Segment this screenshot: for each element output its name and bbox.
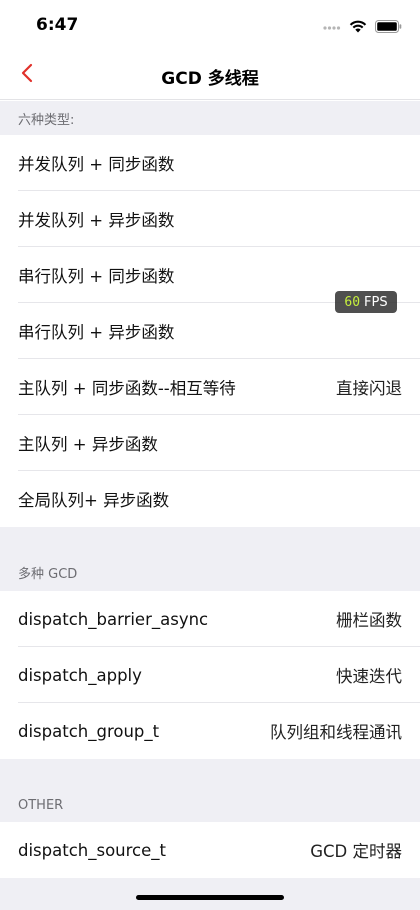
status-icons bbox=[323, 18, 402, 37]
status-bar: 6:47 bbox=[0, 0, 420, 50]
list-item[interactable]: 主队列 + 异步函数 bbox=[0, 415, 420, 471]
page-title: GCD 多线程 bbox=[161, 69, 259, 89]
list-item[interactable]: 主队列 + 同步函数--相互等待 直接闪退 bbox=[0, 359, 420, 415]
row-label: dispatch_source_t bbox=[18, 840, 167, 860]
fps-value: 60 bbox=[344, 294, 361, 310]
list-item[interactable]: dispatch_group_t 队列组和线程通讯 bbox=[0, 703, 420, 759]
table-view[interactable]: 六种类型: 并发队列 + 同步函数 并发队列 + 异步函数 串行队列 + 同步函… bbox=[0, 101, 420, 910]
list-item[interactable]: dispatch_apply 快速迭代 bbox=[0, 647, 420, 703]
row-detail: GCD 定时器 bbox=[310, 842, 402, 861]
section-header-gcd: 多种 GCD bbox=[0, 527, 420, 591]
row-label: 并发队列 + 同步函数 bbox=[18, 155, 175, 174]
row-label: 主队列 + 异步函数 bbox=[18, 435, 158, 454]
home-indicator[interactable] bbox=[136, 895, 284, 900]
list-item[interactable]: dispatch_barrier_async 栅栏函数 bbox=[0, 591, 420, 647]
list-item[interactable]: 全局队列+ 异步函数 bbox=[0, 471, 420, 527]
row-label: 串行队列 + 异步函数 bbox=[18, 323, 175, 342]
row-detail: 栅栏函数 bbox=[336, 611, 402, 630]
signal-icon bbox=[323, 18, 341, 37]
wifi-icon bbox=[349, 18, 367, 37]
section-types-list: 并发队列 + 同步函数 并发队列 + 异步函数 串行队列 + 同步函数 串行队列… bbox=[0, 135, 420, 527]
section-header-other: OTHER bbox=[0, 759, 420, 822]
fps-badge[interactable]: 60 FPS bbox=[335, 291, 397, 313]
fps-label: FPS bbox=[364, 294, 388, 310]
status-time: 6:47 bbox=[36, 15, 79, 35]
row-label: dispatch_apply bbox=[18, 665, 142, 685]
list-item[interactable]: dispatch_source_t GCD 定时器 bbox=[0, 822, 420, 878]
row-label: dispatch_barrier_async bbox=[18, 609, 209, 629]
section-gcd-list: dispatch_barrier_async 栅栏函数 dispatch_app… bbox=[0, 591, 420, 759]
battery-icon bbox=[375, 18, 402, 37]
row-detail: 快速迭代 bbox=[336, 667, 402, 686]
navigation-bar: GCD 多线程 bbox=[0, 50, 420, 100]
row-label: 并发队列 + 异步函数 bbox=[18, 211, 175, 230]
row-label: 串行队列 + 同步函数 bbox=[18, 267, 175, 286]
row-detail: 直接闪退 bbox=[336, 379, 402, 398]
row-label: dispatch_group_t bbox=[18, 721, 160, 741]
section-other-list: dispatch_source_t GCD 定时器 bbox=[0, 822, 420, 878]
list-item[interactable]: 并发队列 + 异步函数 bbox=[0, 191, 420, 247]
section-header-types: 六种类型: bbox=[0, 101, 420, 135]
list-item[interactable]: 并发队列 + 同步函数 bbox=[0, 135, 420, 191]
row-detail: 队列组和线程通讯 bbox=[270, 723, 402, 742]
row-label: 全局队列+ 异步函数 bbox=[18, 491, 170, 510]
row-label: 主队列 + 同步函数--相互等待 bbox=[18, 379, 236, 398]
